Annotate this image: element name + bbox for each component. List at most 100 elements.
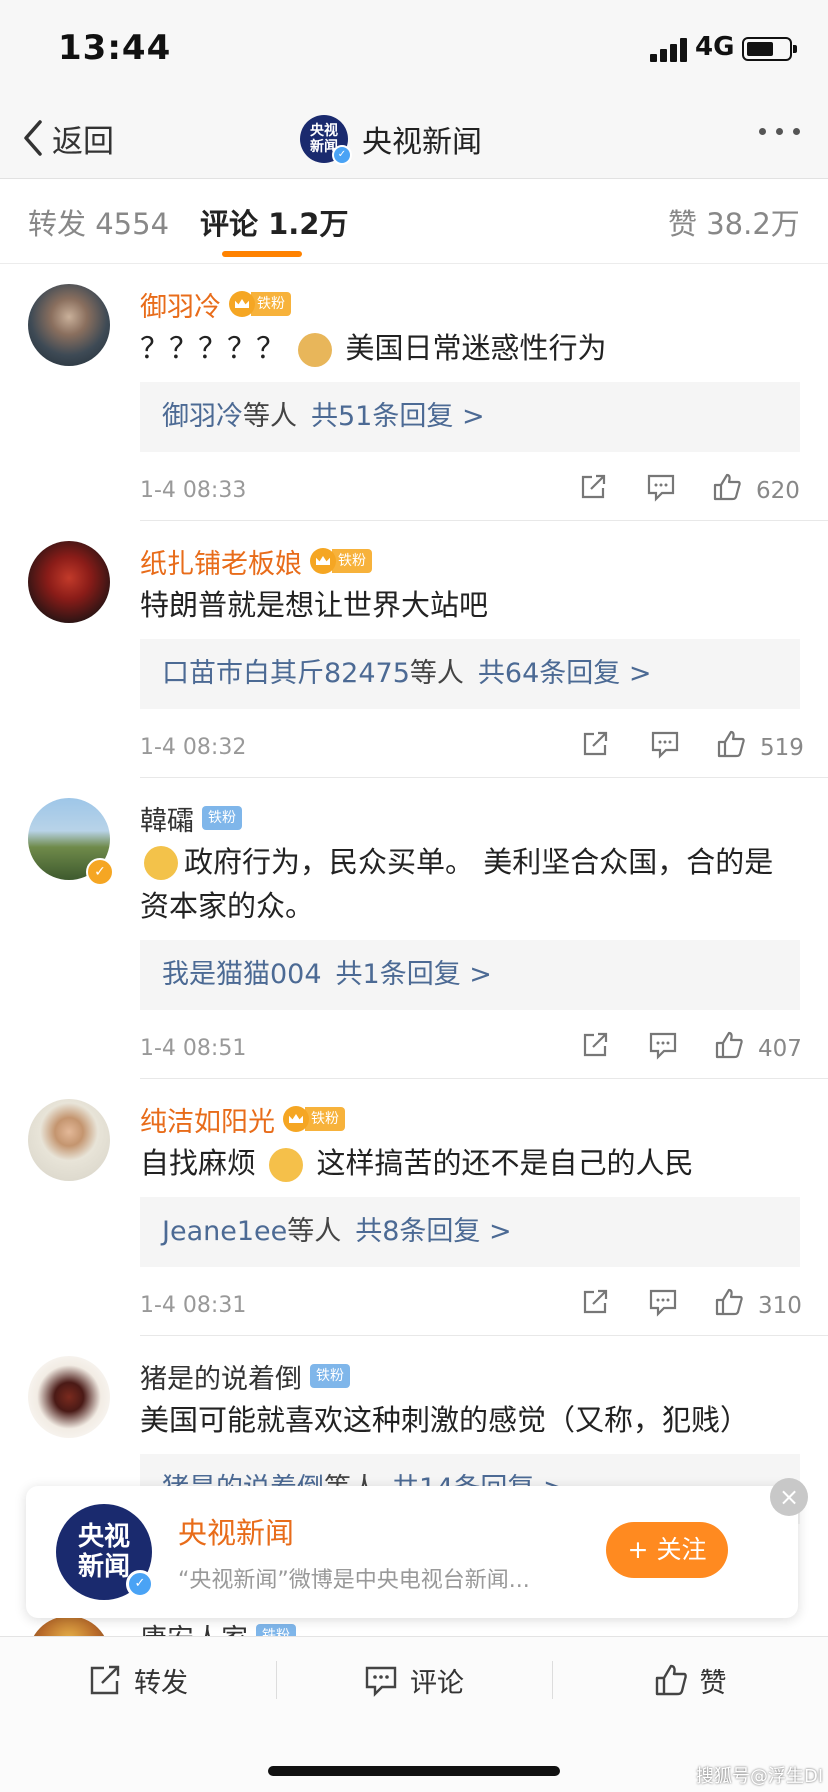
comment-text: 特朗普就是想让世界大站吧: [140, 588, 489, 622]
comment-icon: [649, 1032, 677, 1060]
close-icon[interactable]: ×: [770, 1478, 808, 1516]
emoji-icon: [269, 1148, 304, 1182]
battery-icon: [742, 37, 797, 61]
divider: [140, 777, 828, 778]
reply-mid: 等人: [409, 658, 464, 689]
reply-author: 我是猫猫004: [162, 959, 322, 990]
tab-likes[interactable]: 赞 38.2万: [668, 201, 800, 243]
comment-text-part: 美国日常迷惑性行为: [345, 331, 607, 365]
watermark: 搜狐号@浮生DI: [696, 1766, 824, 1787]
comment-author[interactable]: 猪是的说着倒: [140, 1357, 302, 1396]
comment-icon: [365, 1666, 397, 1697]
replies-box[interactable]: 御羽冷等人 共51条回复 >: [140, 382, 800, 452]
card-description: “央视新闻”微博是中央电视台新闻...: [178, 1568, 530, 1593]
reply-button[interactable]: [650, 729, 680, 763]
like-count: 620: [756, 478, 800, 504]
comment-author[interactable]: 纯洁如阳光: [140, 1100, 275, 1139]
like-button[interactable]: [716, 729, 746, 763]
more-dot-icon: [793, 128, 800, 135]
verified-icon: ✓: [332, 145, 352, 165]
status-time: 13:44: [58, 28, 172, 68]
comment-text-part: ？？？？？: [140, 331, 286, 365]
comment-text: 自找麻烦 这样搞苦的还不是自己的人民: [140, 1141, 800, 1185]
thumb-up-icon: [715, 1031, 743, 1059]
share-button[interactable]: [580, 1287, 610, 1321]
comment-author[interactable]: 纸扎铺老板娘: [140, 542, 302, 581]
thumb-up-icon: [715, 1288, 743, 1316]
reply-author: Jeane1ee: [162, 1216, 288, 1247]
comment-meta: 1-4 08:31 310: [140, 1287, 802, 1327]
comment-date: 1-4 08:31: [140, 1293, 247, 1318]
comment-icon: [647, 474, 675, 502]
replies-box[interactable]: 我是猫猫004 共1条回复 >: [140, 940, 800, 1010]
like-button[interactable]: [712, 472, 742, 506]
share-button[interactable]: [578, 472, 608, 506]
account-logo: 央视 新闻 ✓: [300, 115, 352, 165]
home-indicator[interactable]: [268, 1766, 560, 1776]
comment-tabs: 转发 4554 评论 1.2万 赞 38.2万: [0, 179, 828, 264]
replies-box[interactable]: Jeane1ee等人 共8条回复 >: [140, 1197, 800, 1267]
more-button[interactable]: [759, 128, 800, 135]
replies-box[interactable]: 口苗巿白其斤82475等人 共64条回复 >: [140, 639, 800, 709]
nav-title: 央视新闻: [362, 125, 482, 160]
like-count: 519: [760, 735, 804, 761]
signal-icon: [650, 38, 690, 62]
reply-button[interactable]: [646, 472, 676, 506]
divider: [140, 1078, 828, 1079]
chevron-left-icon: [24, 120, 42, 156]
network-type: 4G: [695, 32, 735, 62]
share-icon: [583, 1032, 608, 1057]
comment-button[interactable]: 评论: [276, 1637, 552, 1723]
nav-account[interactable]: 央视 新闻 ✓ 央视新闻: [300, 110, 482, 168]
status-bar: 13:44 4G: [0, 0, 828, 100]
repost-button[interactable]: 转发: [0, 1637, 276, 1723]
fan-badge-label: 铁粉: [251, 292, 291, 316]
comment-meta: 1-4 08:32 519: [140, 729, 804, 769]
fan-badge-label: 铁粉: [305, 1107, 345, 1131]
reply-count: 共64条回复 >: [477, 658, 652, 689]
card-account-name: 央视新闻: [178, 1516, 295, 1550]
crown-icon: [310, 548, 336, 574]
share-button[interactable]: [580, 729, 610, 763]
like-button[interactable]: [714, 1030, 744, 1064]
comment-author[interactable]: 韓礵: [140, 799, 194, 838]
share-icon: [583, 1289, 608, 1314]
crown-icon: [229, 291, 255, 317]
avatar[interactable]: [28, 1356, 110, 1438]
comment-date: 1-4 08:51: [140, 1036, 247, 1061]
reply-button[interactable]: [648, 1030, 678, 1064]
follow-button[interactable]: + 关注: [606, 1522, 728, 1578]
nav-bar: 返回 央视 新闻 ✓ 央视新闻: [0, 100, 828, 179]
fan-badge-label: 铁粉: [202, 806, 242, 830]
avatar[interactable]: [28, 541, 110, 623]
tab-comments[interactable]: 评论 1.2万: [200, 201, 348, 243]
reply-mid: 等人: [243, 401, 297, 432]
avatar[interactable]: [28, 1099, 110, 1181]
comment-author[interactable]: 御羽冷: [140, 285, 221, 324]
comment-text: 美国可能就喜欢这种刺激的感觉（又称，犯贱）: [140, 1403, 750, 1437]
like-button[interactable]: [714, 1287, 744, 1321]
fan-badge-label: 铁粉: [310, 1364, 350, 1388]
avatar[interactable]: [28, 284, 110, 366]
verified-icon: ✓: [126, 1570, 154, 1598]
comment-text: ？？？？？ 美国日常迷惑性行为: [140, 326, 800, 370]
account-logo: 央视 新闻 ✓: [56, 1504, 154, 1600]
reply-count: 共51条回复 >: [311, 401, 485, 432]
comment-text-part: 自找麻烦: [140, 1146, 257, 1180]
more-dot-icon: [759, 128, 766, 135]
comment-icon: [651, 731, 679, 759]
reply-button[interactable]: [648, 1287, 678, 1321]
divider: [140, 520, 828, 521]
tab-active-indicator: [222, 251, 302, 257]
reply-count: 共1条回复 >: [335, 959, 492, 990]
tab-repost[interactable]: 转发 4554: [28, 201, 169, 243]
like-label: 赞: [699, 1667, 727, 1699]
reply-author: 口苗巿白其斤82475: [162, 658, 410, 689]
fan-badge-label: 铁粉: [332, 549, 372, 573]
back-button[interactable]: 返回: [20, 112, 114, 164]
follow-card[interactable]: 央视 新闻 ✓ 央视新闻 “央视新闻”微博是中央电视台新闻... + 关注 ×: [26, 1478, 808, 1618]
comment-date: 1-4 08:32: [140, 735, 247, 760]
share-icon: [581, 474, 606, 499]
share-button[interactable]: [580, 1030, 610, 1064]
like-button[interactable]: 赞: [552, 1637, 828, 1723]
